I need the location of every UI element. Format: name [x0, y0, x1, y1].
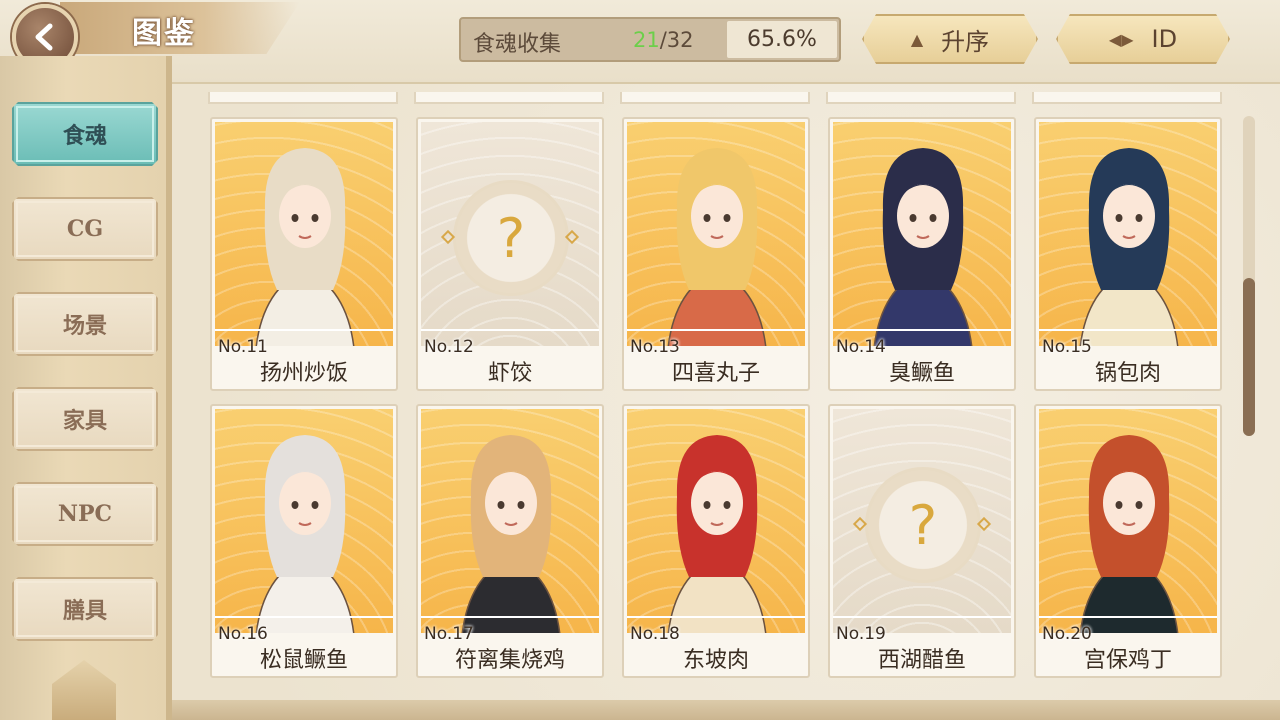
character-figure: [873, 148, 973, 346]
sort-key-button[interactable]: ◀▶ ID: [1056, 14, 1230, 64]
collection-total: /32: [659, 28, 694, 52]
character-figure: [255, 148, 355, 346]
card-name: 臭鳜鱼: [888, 361, 955, 386]
scrollbar[interactable]: [1243, 116, 1255, 436]
card-divider: [215, 616, 393, 618]
card-number: No.12: [424, 337, 474, 357]
card-name: 锅包肉: [1094, 361, 1161, 386]
character-figure: [1079, 435, 1179, 633]
card-divider: [627, 616, 805, 618]
card-divider: [421, 616, 599, 618]
sidebar-item-label: NPC: [57, 501, 113, 527]
card-divider: [627, 329, 805, 331]
locked-portrait: ?: [833, 409, 1011, 633]
character-portrait: [627, 409, 805, 633]
sidebar-item-cg[interactable]: CG: [12, 197, 158, 261]
card-number: No.11: [218, 337, 268, 357]
sidebar-item-label: 场景: [62, 313, 107, 339]
character-figure: [255, 435, 355, 633]
sidebar-item-shihun[interactable]: 食魂: [12, 102, 158, 166]
character-card[interactable]: No.15 锅包肉: [1034, 117, 1222, 391]
sidebar-item-label: CG: [66, 216, 104, 242]
card-divider: [215, 329, 393, 331]
character-figure: [667, 435, 767, 633]
card-number: No.17: [424, 624, 474, 644]
card-number: No.16: [218, 624, 268, 644]
card-edge: [826, 92, 1016, 104]
scrollbar-thumb[interactable]: [1243, 278, 1255, 436]
sort-arrows-icon: ◀▶: [1108, 29, 1134, 49]
card-name: 松鼠鳜鱼: [259, 648, 348, 673]
character-card[interactable]: ? No.12 虾饺: [416, 117, 604, 391]
character-portrait: [627, 122, 805, 346]
card-divider: [833, 616, 1011, 618]
character-portrait: [1039, 409, 1217, 633]
character-figure: [461, 435, 561, 633]
character-card[interactable]: No.14 臭鳜鱼: [828, 117, 1016, 391]
collection-count: 21/32: [633, 28, 694, 52]
sidebar-item-label: 膳具: [62, 598, 107, 624]
card-divider: [421, 329, 599, 331]
card-name: 东坡肉: [682, 648, 749, 673]
card-number: No.20: [1042, 624, 1092, 644]
card-edge: [620, 92, 810, 104]
card-number: No.13: [630, 337, 680, 357]
character-portrait: [1039, 122, 1217, 346]
unknown-character-icon: ?: [453, 180, 569, 296]
character-card[interactable]: ? No.19 西湖醋鱼: [828, 404, 1016, 678]
character-figure: [1079, 148, 1179, 346]
sidebar-item-npc[interactable]: NPC: [12, 482, 158, 546]
locked-portrait: ?: [421, 122, 599, 346]
character-card[interactable]: No.17 符离集烧鸡: [416, 404, 604, 678]
sort-order-label: 升序: [941, 27, 990, 56]
card-divider: [833, 329, 1011, 331]
page-title: 图鉴: [132, 16, 196, 51]
card-name: 符离集烧鸡: [454, 648, 565, 673]
bottom-border: [172, 700, 1280, 720]
back-arrow-icon: [35, 23, 53, 51]
character-portrait: [215, 409, 393, 633]
character-card[interactable]: No.18 东坡肉: [622, 404, 810, 678]
sidebar-item-label: 家具: [62, 408, 107, 434]
card-edge: [1032, 92, 1222, 104]
triangle-up-icon: ▲: [910, 29, 924, 49]
character-portrait: [833, 122, 1011, 346]
card-number: No.15: [1042, 337, 1092, 357]
collection-progress: 食魂收集 21/32 65.6%: [459, 17, 841, 62]
sort-key-label: ID: [1151, 25, 1178, 53]
character-figure: [667, 148, 767, 346]
character-card[interactable]: No.13 四喜丸子: [622, 117, 810, 391]
character-portrait: [421, 409, 599, 633]
card-number: No.18: [630, 624, 680, 644]
card-edge: [414, 92, 604, 104]
card-divider: [1039, 329, 1217, 331]
character-portrait: [215, 122, 393, 346]
sidebar-item-scene[interactable]: 场景: [12, 292, 158, 356]
sidebar-item-furniture[interactable]: 家具: [12, 387, 158, 451]
card-edge: [208, 92, 398, 104]
card-divider: [1039, 616, 1217, 618]
card-number: No.14: [836, 337, 886, 357]
sidebar-item-tableware[interactable]: 膳具: [12, 577, 158, 641]
card-name: 扬州炒饭: [259, 361, 348, 386]
character-card[interactable]: No.16 松鼠鳜鱼: [210, 404, 398, 678]
collection-collected: 21: [633, 28, 660, 52]
card-number: No.19: [836, 624, 886, 644]
sort-order-button[interactable]: ▲ 升序: [862, 14, 1038, 64]
unknown-character-icon: ?: [865, 467, 981, 583]
character-card[interactable]: No.11 扬州炒饭: [210, 117, 398, 391]
card-name: 西湖醋鱼: [877, 648, 966, 673]
character-card[interactable]: No.20 宫保鸡丁: [1034, 404, 1222, 678]
collection-percent: 65.6%: [727, 21, 837, 58]
card-name: 四喜丸子: [671, 361, 760, 386]
sidebar-item-label: 食魂: [62, 123, 107, 149]
collection-label: 食魂收集: [473, 32, 562, 57]
category-sidebar: 食魂 CG 场景 家具 NPC 膳具: [0, 56, 172, 720]
card-name: 虾饺: [487, 361, 532, 386]
card-name: 宫保鸡丁: [1083, 648, 1172, 673]
